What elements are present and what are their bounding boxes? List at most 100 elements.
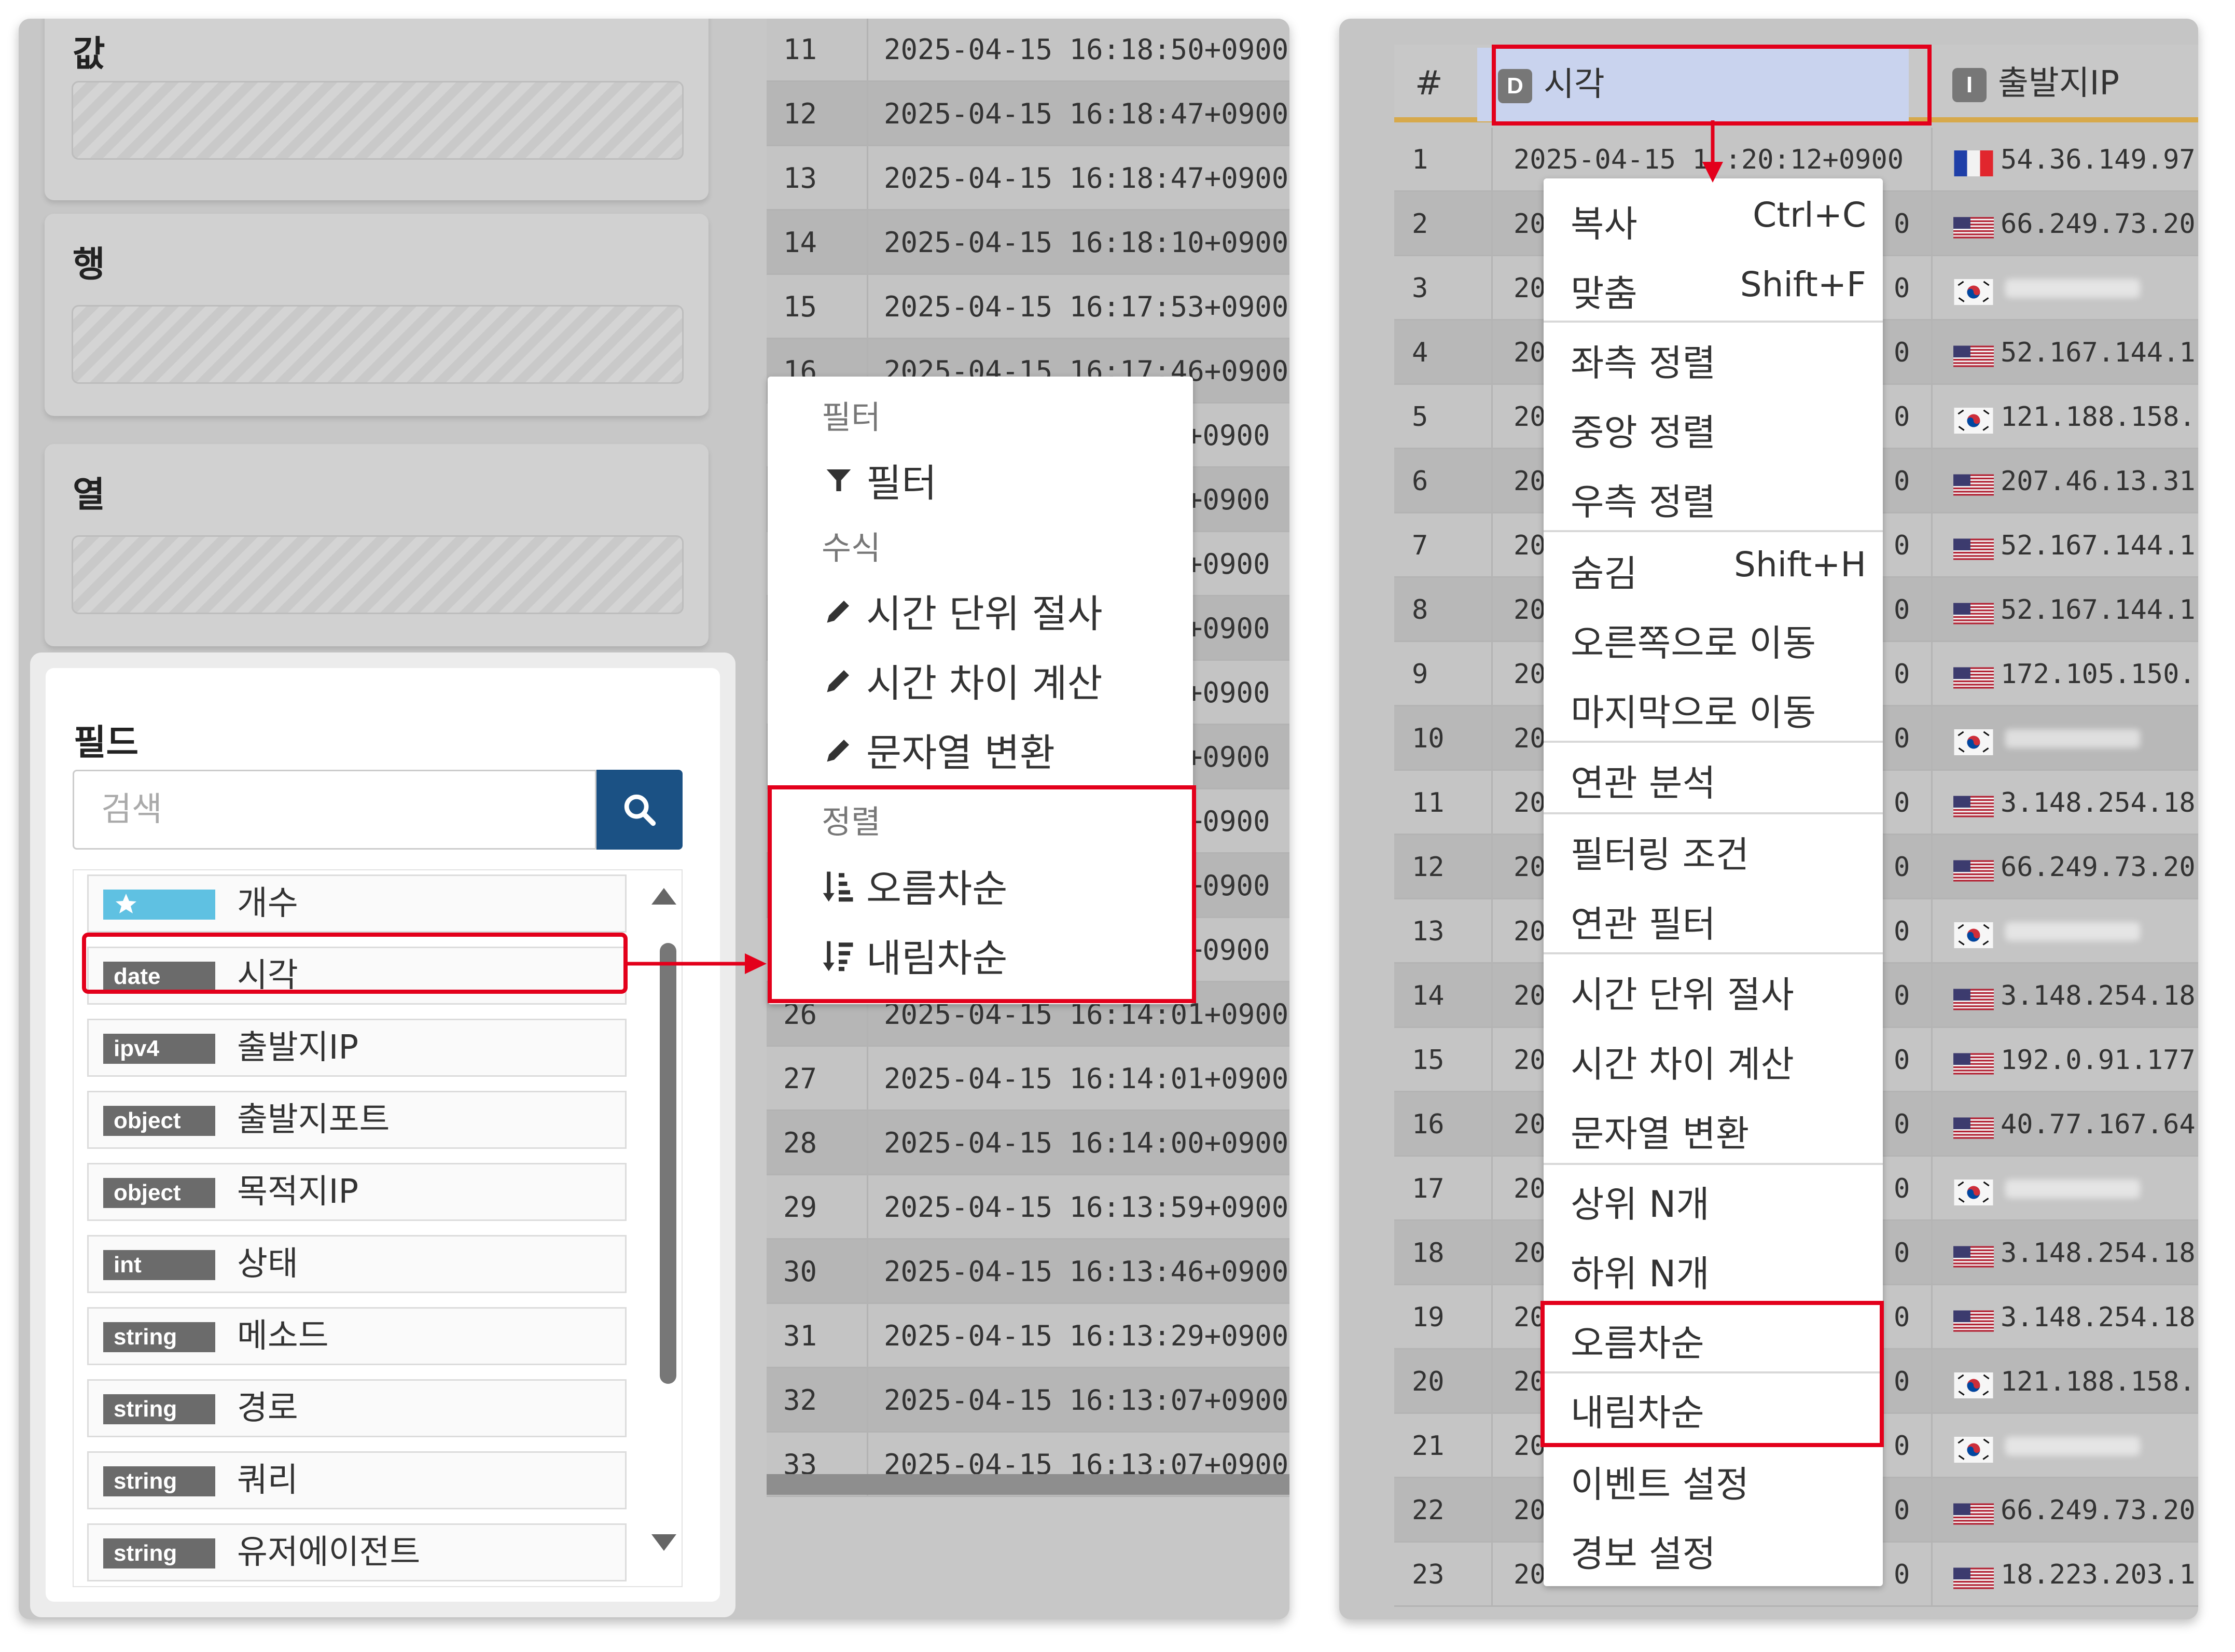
row-source-ip: 3.148.254.18 bbox=[2001, 980, 2196, 1011]
source-ip-cell: 192.0.91.177 bbox=[1931, 1028, 2198, 1092]
row-number: 15 bbox=[1394, 1028, 1493, 1092]
values-drop-area[interactable] bbox=[72, 81, 684, 160]
column-menu-item[interactable]: 좌측 정렬 bbox=[1571, 334, 1866, 386]
field-item[interactable]: string 쿼리 bbox=[87, 1451, 627, 1509]
menu-item-string-convert-label: 문자열 변환 bbox=[866, 731, 1055, 775]
rows-drop-area[interactable] bbox=[72, 305, 684, 384]
menu-item-filter[interactable]: 필터 bbox=[821, 452, 937, 508]
column-menu-item-label: 연관 필터 bbox=[1571, 903, 1716, 946]
row-time-tail: 0 bbox=[1894, 852, 1910, 883]
column-menu-item[interactable]: 상위 N개 bbox=[1571, 1175, 1866, 1228]
source-ip-cell: 66.249.73.20 bbox=[1931, 192, 2198, 256]
column-menu-item[interactable]: 이벤트 설정 bbox=[1571, 1455, 1866, 1508]
row-time-tail: 0 bbox=[1894, 916, 1910, 947]
table-row[interactable]: 14 2025-04-15 16:18:10+0900 bbox=[767, 211, 1289, 275]
header-source-ip[interactable]: I 출발지IP bbox=[1952, 45, 2119, 122]
menu-item-time-diff[interactable]: 시간 차이 계산 bbox=[821, 653, 1103, 708]
column-menu-item-label: 문자열 변환 bbox=[1571, 1113, 1750, 1155]
column-menu-item[interactable]: 문자열 변환 bbox=[1571, 1105, 1866, 1157]
field-item[interactable]: int 상태 bbox=[87, 1235, 627, 1293]
row-source-ip: 121.188.158. bbox=[2001, 401, 2196, 433]
korea-flag-icon bbox=[1954, 1179, 1993, 1205]
row-time-value: 20 bbox=[1514, 209, 1546, 240]
menu-item-time-trunc[interactable]: 시간 단위 절사 bbox=[821, 583, 1103, 638]
usa-flag-icon bbox=[1953, 1567, 1994, 1589]
field-item[interactable]: object 목적지IP bbox=[87, 1163, 627, 1221]
row-source-ip: 121.188.158. bbox=[2001, 1366, 2196, 1397]
menu-divider bbox=[1544, 741, 1883, 743]
columns-title: 열 bbox=[73, 475, 105, 516]
table-row[interactable]: 13 2025-04-15 16:18:47+0900 bbox=[767, 146, 1289, 211]
usa-flag-icon bbox=[1953, 667, 1994, 689]
field-item[interactable]: ipv4 출발지IP bbox=[87, 1019, 627, 1077]
column-menu-item[interactable]: 하위 N개 bbox=[1571, 1245, 1866, 1297]
redacted-ip bbox=[2005, 729, 2140, 748]
menu-divider bbox=[1544, 812, 1883, 814]
field-item[interactable]: 개수 bbox=[87, 874, 627, 933]
field-item[interactable]: object 출발지포트 bbox=[87, 1091, 627, 1149]
source-ip-cell: 172.105.150. bbox=[1931, 642, 2198, 706]
scroll-down-arrow-icon[interactable] bbox=[649, 1532, 678, 1553]
field-item[interactable]: string 경로 bbox=[87, 1379, 627, 1437]
rows-drop-zone[interactable]: 행 bbox=[45, 214, 709, 416]
columns-drop-zone[interactable]: 열 bbox=[45, 444, 709, 646]
list-scrollbar-thumb[interactable] bbox=[660, 943, 676, 1384]
column-menu-item[interactable]: 시간 차이 계산 bbox=[1571, 1035, 1866, 1088]
field-label: 경로 bbox=[237, 1389, 298, 1427]
search-icon bbox=[624, 794, 656, 826]
row-time-tail: 0 bbox=[1894, 1495, 1910, 1526]
shortcut-hint: Shift+F bbox=[1740, 265, 1866, 304]
source-ip-cell: 40.77.167.64 bbox=[1931, 1092, 2198, 1157]
search-button[interactable] bbox=[596, 770, 683, 850]
field-label: 메소드 bbox=[237, 1317, 329, 1355]
highlight-time-header bbox=[1492, 45, 1932, 126]
redacted-ip bbox=[2005, 1437, 2140, 1455]
field-search-input[interactable]: 검색 bbox=[73, 770, 596, 850]
column-menu-item[interactable]: 복사 Ctrl+C bbox=[1571, 195, 1866, 247]
table-row[interactable]: 15 2025-04-15 16:17:53+0900 bbox=[767, 275, 1289, 339]
column-menu-item[interactable]: 맞춤 Shift+F bbox=[1571, 265, 1866, 317]
row-time-value: +0900 bbox=[1186, 548, 1270, 580]
table-row[interactable]: 27 2025-04-15 16:14:01+0900 bbox=[767, 1047, 1289, 1111]
scroll-up-arrow-icon[interactable] bbox=[649, 886, 678, 907]
row-time-value: 2025-04-15 16:17:53+0900 bbox=[884, 290, 1289, 323]
column-menu-item[interactable]: 연관 분석 bbox=[1571, 754, 1866, 807]
column-menu-item[interactable]: 오른쪽으로 이동 bbox=[1571, 614, 1866, 667]
menu-item-string-convert[interactable]: 문자열 변환 bbox=[821, 722, 1055, 778]
horizontal-scrollbar[interactable] bbox=[767, 1474, 1289, 1495]
row-source-ip: 52.167.144.1 bbox=[2001, 594, 2196, 626]
table-row[interactable]: 12 2025-04-15 16:18:47+0900 bbox=[767, 82, 1289, 146]
table-row[interactable]: 29 2025-04-15 16:13:59+0900 bbox=[767, 1175, 1289, 1240]
column-menu-item[interactable]: 마지막으로 이동 bbox=[1571, 684, 1866, 736]
columns-drop-area[interactable] bbox=[72, 535, 684, 614]
row-time-value: 20 bbox=[1514, 273, 1546, 304]
korea-flag-icon bbox=[1954, 1372, 1993, 1398]
column-menu-item[interactable]: 경보 설정 bbox=[1571, 1525, 1866, 1577]
field-item[interactable]: string 유저에이전트 bbox=[87, 1523, 627, 1581]
table-row[interactable]: 30 2025-04-15 16:13:46+0900 bbox=[767, 1240, 1289, 1304]
arrow-down-connector bbox=[1702, 120, 1723, 183]
column-menu-item[interactable]: 우측 정렬 bbox=[1571, 473, 1866, 525]
source-ip-cell bbox=[1931, 1157, 2198, 1221]
table-row[interactable]: 11 2025-04-15 16:18:50+0900 bbox=[767, 19, 1289, 82]
column-menu-item[interactable]: 시간 단위 절사 bbox=[1571, 966, 1866, 1018]
table-row[interactable]: 28 2025-04-15 16:14:00+0900 bbox=[767, 1111, 1289, 1175]
row-number: 21 bbox=[1394, 1414, 1493, 1478]
row-time-value: 2025-04-15 16:18:47+0900 bbox=[884, 98, 1289, 130]
row-time-value: 20 bbox=[1514, 1109, 1546, 1140]
column-menu-item-label: 좌측 정렬 bbox=[1571, 342, 1716, 384]
source-ip-cell: 3.148.254.18 bbox=[1931, 964, 2198, 1028]
table-row[interactable]: 32 2025-04-15 16:13:07+0900 bbox=[767, 1368, 1289, 1433]
field-item[interactable]: string 메소드 bbox=[87, 1307, 627, 1365]
row-number: 11 bbox=[767, 19, 868, 82]
row-time-value: 20 bbox=[1514, 1173, 1546, 1204]
fields-title: 필드 bbox=[74, 723, 139, 763]
table-row[interactable]: 31 2025-04-15 16:13:29+0900 bbox=[767, 1304, 1289, 1368]
row-number: 27 bbox=[767, 1047, 868, 1111]
column-menu-item[interactable]: 숨김 Shift+H bbox=[1571, 545, 1866, 597]
values-drop-zone[interactable]: 값 bbox=[45, 19, 709, 200]
column-menu-item[interactable]: 연관 필터 bbox=[1571, 895, 1866, 948]
column-menu-item[interactable]: 필터링 조건 bbox=[1571, 826, 1866, 878]
row-number: 5 bbox=[1394, 385, 1493, 449]
column-menu-item[interactable]: 중앙 정렬 bbox=[1571, 404, 1866, 456]
